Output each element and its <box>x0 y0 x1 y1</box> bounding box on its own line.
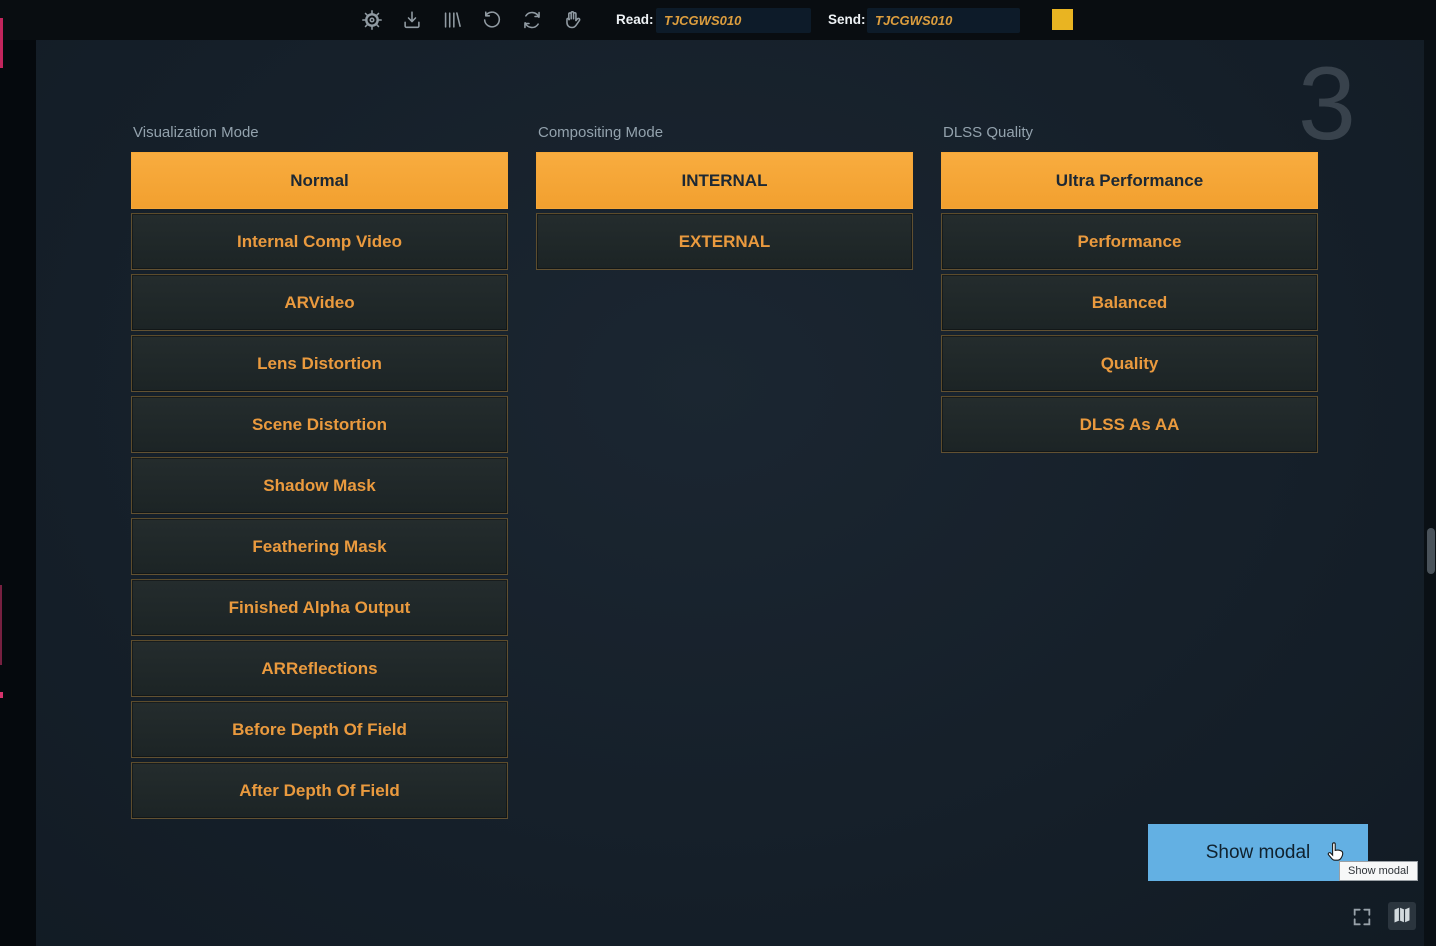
scrollbar-thumb[interactable] <box>1427 528 1435 574</box>
option-arvideo[interactable]: ARVideo <box>131 274 508 331</box>
fullscreen-icon <box>1351 916 1373 931</box>
toolbar: Read: Send: <box>0 0 1436 40</box>
option-before-depth-of-field[interactable]: Before Depth Of Field <box>131 701 508 758</box>
fullscreen-button[interactable] <box>1350 906 1374 930</box>
option-dlss-as-aa[interactable]: DLSS As AA <box>941 396 1318 453</box>
map-icon <box>1392 905 1412 928</box>
glitch-artifact <box>0 585 2 665</box>
gear-icon[interactable] <box>360 9 383 32</box>
status-indicator <box>1052 9 1073 30</box>
glitch-artifact <box>0 692 3 698</box>
option-quality[interactable]: Quality <box>941 335 1318 392</box>
option-scene-distortion[interactable]: Scene Distortion <box>131 396 508 453</box>
option-after-depth-of-field[interactable]: After Depth Of Field <box>131 762 508 819</box>
toolbar-icon-group <box>360 0 583 40</box>
option-normal[interactable]: Normal <box>131 152 508 209</box>
option-ultra-performance[interactable]: Ultra Performance <box>941 152 1318 209</box>
send-input[interactable] <box>867 8 1020 33</box>
option-internal[interactable]: INTERNAL <box>536 152 913 209</box>
option-external[interactable]: EXTERNAL <box>536 213 913 270</box>
refresh-icon[interactable] <box>520 9 543 32</box>
option-finished-alpha-output[interactable]: Finished Alpha Output <box>131 579 508 636</box>
group-visualization-mode: Visualization Mode NormalInternal Comp Vi… <box>131 123 508 823</box>
send-field <box>867 8 1020 33</box>
option-arreflections[interactable]: ARReflections <box>131 640 508 697</box>
option-lens-distortion[interactable]: Lens Distortion <box>131 335 508 392</box>
pan-hand-icon[interactable] <box>560 9 583 32</box>
option-performance[interactable]: Performance <box>941 213 1318 270</box>
show-modal-tooltip: Show modal <box>1339 861 1418 881</box>
group-compositing-mode: Compositing Mode INTERNALEXTERNAL <box>536 123 913 274</box>
group-label: Visualization Mode <box>131 123 508 143</box>
read-label: Read: <box>616 0 654 40</box>
glitch-artifact <box>0 18 3 68</box>
left-edge-strip <box>0 40 36 946</box>
option-feathering-mask[interactable]: Feathering Mask <box>131 518 508 575</box>
option-internal-comp-video[interactable]: Internal Comp Video <box>131 213 508 270</box>
download-icon[interactable] <box>400 9 423 32</box>
right-edge-strip <box>1424 40 1436 946</box>
option-balanced[interactable]: Balanced <box>941 274 1318 331</box>
show-modal-button[interactable]: Show modal <box>1148 824 1368 881</box>
option-shadow-mask[interactable]: Shadow Mask <box>131 457 508 514</box>
group-label: DLSS Quality <box>941 123 1318 143</box>
history-icon[interactable] <box>480 9 503 32</box>
read-input[interactable] <box>656 8 811 33</box>
library-icon[interactable] <box>440 9 463 32</box>
read-field <box>656 8 811 33</box>
map-button[interactable] <box>1388 902 1416 930</box>
send-label: Send: <box>828 0 866 40</box>
group-label: Compositing Mode <box>536 123 913 143</box>
main-panel: 3 Visualization ModeNormalInternal Comp … <box>36 40 1424 946</box>
group-dlss-quality: DLSS Quality Ultra PerformancePerformance… <box>941 123 1318 457</box>
